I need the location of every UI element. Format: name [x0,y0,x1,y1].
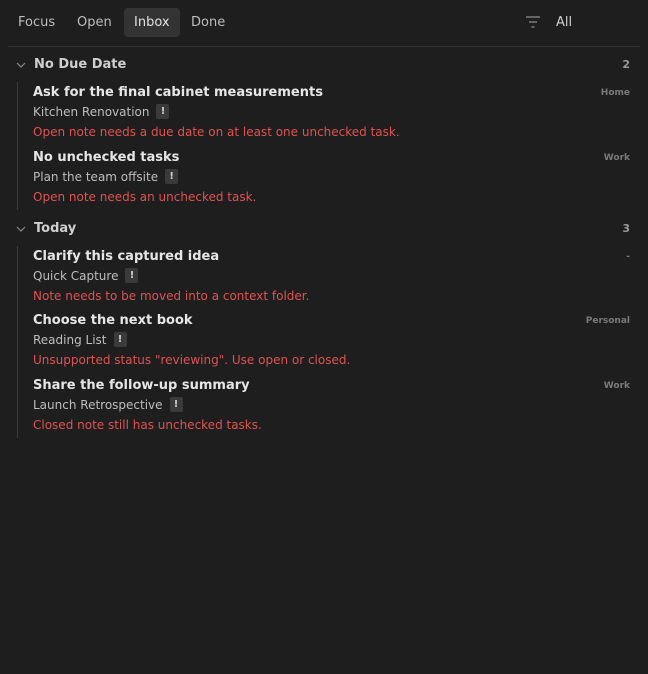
filter-select[interactable]: All [556,8,572,37]
list-item[interactable]: Share the follow-up summary Work Launch … [33,378,630,438]
group-title: No Due Date [34,57,127,72]
warning-badge: ! [165,169,179,184]
chevron-down-icon[interactable] [16,225,26,233]
warning-badge: ! [113,332,127,347]
list-item[interactable]: Choose the next book Personal Reading Li… [33,313,630,373]
chevron-down-icon[interactable] [16,61,26,69]
item-note: Kitchen Renovation ! [33,104,170,119]
toolbar-divider [8,46,640,47]
tab-focus[interactable]: Focus [8,8,65,37]
group-guide-line [17,82,18,210]
item-context: - [626,252,630,262]
warning-badge: ! [169,397,183,412]
item-note: Quick Capture ! [33,268,139,283]
item-title[interactable]: Ask for the final cabinet measurements [33,85,323,100]
list-item[interactable]: Ask for the final cabinet measurements H… [33,85,630,145]
item-note: Plan the team offsite ! [33,169,179,184]
group-count: 3 [622,222,630,235]
item-note-label: Kitchen Renovation [33,104,150,119]
group-header-no-due-date[interactable]: No Due Date 2 [8,56,640,76]
tab-done[interactable]: Done [181,8,235,37]
item-note-label: Launch Retrospective [33,397,163,412]
warning-badge: ! [125,268,139,283]
item-title[interactable]: Share the follow-up summary [33,378,250,393]
item-title[interactable]: Clarify this captured idea [33,249,219,264]
filter-icon[interactable] [526,16,540,28]
item-note: Reading List ! [33,332,127,347]
item-title[interactable]: No unchecked tasks [33,150,179,165]
warning-badge: ! [156,104,170,119]
item-context: Work [603,381,630,391]
item-error: Open note needs an unchecked task. [33,190,257,204]
list-item[interactable]: Clarify this captured idea - Quick Captu… [33,249,630,309]
group-title: Today [34,221,77,236]
tab-open[interactable]: Open [67,8,122,37]
item-context: Work [603,153,630,163]
item-context: Home [600,88,630,98]
item-error: Closed note still has unchecked tasks. [33,418,262,432]
item-note-label: Reading List [33,332,107,347]
view-toolbar: Focus Open Inbox Done All [8,8,640,38]
group-count: 2 [622,58,630,71]
item-note-label: Quick Capture [33,268,119,283]
item-error: Unsupported status "reviewing". Use open… [33,353,351,367]
group-guide-line [17,246,18,438]
group-header-today[interactable]: Today 3 [8,220,640,240]
item-title[interactable]: Choose the next book [33,313,193,328]
item-error: Note needs to be moved into a context fo… [33,289,310,303]
item-error: Open note needs a due date on at least o… [33,125,400,139]
item-context: Personal [585,316,630,326]
item-note-label: Plan the team offsite [33,169,159,184]
list-item[interactable]: No unchecked tasks Work Plan the team of… [33,150,630,210]
item-note: Launch Retrospective ! [33,397,183,412]
tab-inbox[interactable]: Inbox [124,8,180,37]
